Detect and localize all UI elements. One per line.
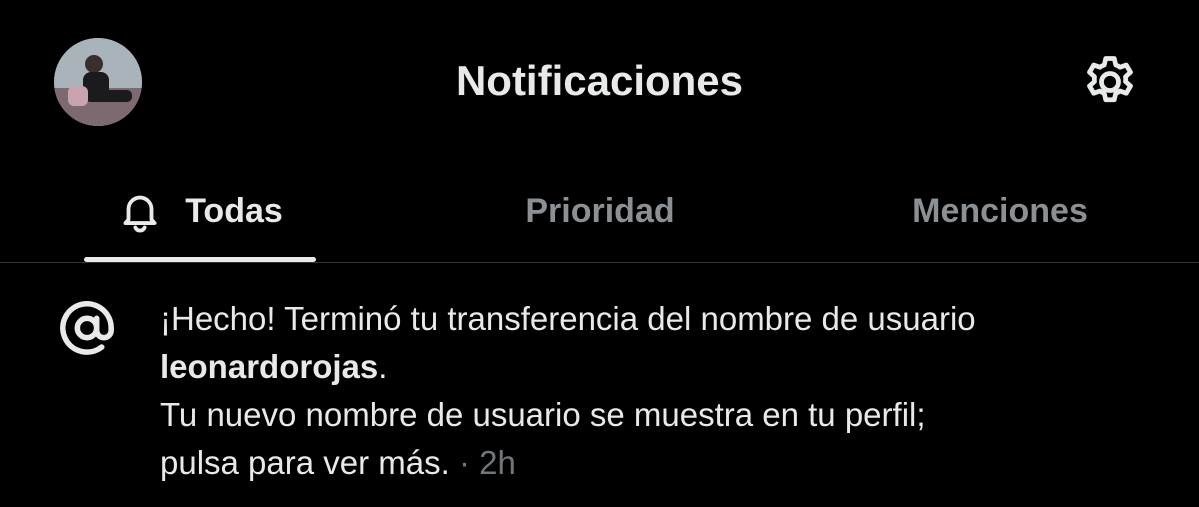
notification-text: ¡Hecho! Terminó tu transferencia del nom… (160, 295, 1180, 487)
tab-label: Prioridad (525, 191, 675, 230)
notification-line: Tu nuevo nombre de usuario se muestra en… (160, 396, 926, 433)
active-tab-indicator (84, 257, 316, 262)
bell-icon (123, 195, 157, 233)
notification-item[interactable]: ¡Hecho! Terminó tu transferencia del nom… (0, 263, 1199, 507)
notification-last-line: pulsa para ver más. · 2h (160, 439, 1180, 487)
tab-menciones[interactable]: Menciones (880, 160, 1120, 262)
gear-icon[interactable] (1080, 52, 1140, 112)
timestamp-separator: · (449, 444, 480, 481)
page-title: Notificaciones (455, 57, 744, 104)
timestamp: 2h (479, 444, 516, 481)
notification-line: pulsa para ver más. (160, 444, 450, 481)
notification-username-line: leonardorojas. (160, 343, 1180, 391)
at-sign-icon (58, 299, 116, 357)
tab-label: Todas (185, 191, 283, 230)
tab-prioridad[interactable]: Prioridad (480, 160, 720, 262)
header: Notificaciones (0, 0, 1199, 160)
username-suffix: . (378, 348, 388, 385)
notification-tabs: Todas Prioridad Menciones (0, 160, 1199, 263)
tab-todas[interactable]: Todas (84, 160, 316, 262)
tab-label: Menciones (912, 191, 1088, 230)
notification-line: ¡Hecho! Terminó tu transferencia del nom… (160, 300, 976, 337)
username: leonardorojas (160, 348, 379, 385)
